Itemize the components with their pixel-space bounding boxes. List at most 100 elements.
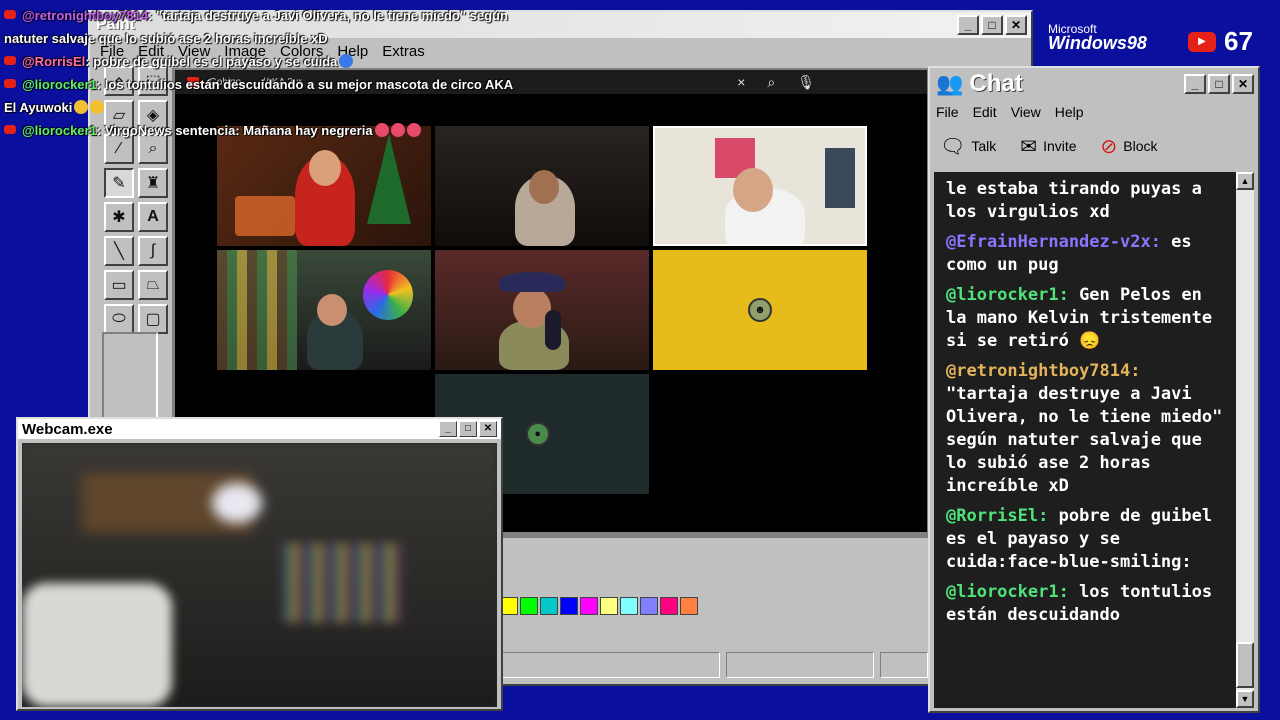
shelf [825,148,855,208]
face-blue-smiling-icon [339,54,354,68]
light-blur [212,483,262,523]
users-icon: 👥 [936,71,964,96]
color-swatch[interactable] [660,597,678,615]
chat-message: @liorocker1: Gen Pelos en la mano Kelvin… [946,284,1228,353]
laughing-face-icon [390,123,405,137]
chat-username: @liorocker1: [946,285,1069,305]
invite-button[interactable]: ✉ Invite [1020,134,1076,159]
christmas-tree-icon [367,134,411,224]
status-cell [726,652,874,678]
participant-face [317,294,347,326]
color-swatch[interactable] [560,597,578,615]
line-icon[interactable]: ╲ [104,236,134,266]
microphone-icon[interactable]: 🎙 [797,74,815,91]
chat-menubar: File Edit View Help [930,100,1258,124]
color-swatch[interactable] [680,597,698,615]
viewer-counter: ▶ 67 [1188,26,1253,57]
color-swatch[interactable] [520,597,538,615]
chat-menu-file[interactable]: File [936,104,959,120]
viewer-count: 67 [1224,26,1253,56]
laughing-face-icon [406,123,421,137]
overlay-username: @liorocker1 [22,77,97,92]
youtube-play-icon: ▶ [1188,31,1216,52]
color-swatch[interactable] [600,597,618,615]
talk-button[interactable]: 🗨 Talk [940,134,996,159]
minimize-icon[interactable]: _ [1184,74,1206,94]
rectangle-icon[interactable]: ▭ [104,270,134,300]
chat-messages[interactable]: le estaba tirando puyas a los virgulios … [934,172,1240,708]
airbrush-icon[interactable]: ✱ [104,202,134,232]
color-swatch[interactable] [580,597,598,615]
chat-scrollbar[interactable]: ▲ ▼ [1236,172,1254,708]
minimize-icon[interactable]: _ [439,421,457,437]
participant-tile[interactable]: ☻ [653,250,867,370]
scroll-down-icon[interactable]: ▼ [1236,690,1254,708]
ellipse-icon[interactable]: ⬭ [104,304,134,334]
curve-icon[interactable]: ∫ [138,236,168,266]
tool-options[interactable] [102,332,158,422]
participant-tile[interactable] [435,250,649,370]
chat-username: @retronightboy7814: [946,361,1141,381]
talk-label: Talk [971,138,997,154]
minimize-icon[interactable]: _ [957,15,979,35]
chat-message: @RorrisEl: pobre de guibel es el payaso … [946,505,1228,574]
close-icon[interactable]: ✕ [479,421,497,437]
chat-title: Chat [969,70,1023,97]
participant-tile[interactable] [217,250,431,370]
color-swatch[interactable] [540,597,558,615]
participant-tile[interactable] [653,126,867,246]
bookshelf-blur [282,543,402,623]
participant-tile[interactable] [217,126,431,246]
maximize-icon[interactable]: □ [981,15,1003,35]
webcam-window: Webcam.exe _ □ ✕ [16,417,503,711]
color-swatch[interactable] [620,597,638,615]
webcam-titlebar[interactable]: Webcam.exe _ □ ✕ [18,419,501,439]
invite-icon: ✉ [1020,135,1038,158]
microphone-icon [545,310,561,350]
webcam-feed [22,443,497,707]
chat-text: "tartaja destruye a Javi Olivera, no le … [946,384,1223,496]
block-button[interactable]: ⊘ Block [1101,134,1158,159]
participant-tile[interactable] [435,126,649,246]
chat-message: @retronightboy7814: "tartaja destruye a … [946,360,1228,498]
invite-label: Invite [1043,138,1077,154]
maximize-icon[interactable]: □ [1208,74,1230,94]
polygon-icon[interactable]: ⏢ [138,270,168,300]
block-icon: ⊘ [1100,135,1118,158]
youtube-icon [4,10,16,19]
chat-titlebar[interactable]: 👥 Chat _ □ ✕ [930,68,1258,100]
search-icon[interactable]: ⌕ [767,74,775,91]
scroll-thumb[interactable] [1236,642,1254,688]
color-palette [500,597,698,615]
fireplace [235,196,295,236]
bookshelf [217,250,297,370]
participant-face [529,170,559,204]
overlay-text: : "tartaja destruye a Javi Olivera, no l… [148,8,508,23]
chat-toolbar: 🗨 Talk ✉ Invite ⊘ Block [930,124,1258,168]
chat-message: @EfrainHernandez-v2x: es como un pug [946,231,1228,277]
pencil-icon[interactable]: ✎ [104,168,134,198]
overlay-text: : los tontulios están descuidando a su m… [96,77,514,92]
close-icon[interactable]: × [737,74,745,91]
chat-username: @RorrisEl: [946,506,1049,526]
overlay-message-continuation: El Ayuwoki [4,96,524,119]
youtube-icon [4,56,16,65]
participant-avatar-icon: ● [525,422,550,446]
overlay-message: @liorocker1: VirgoNews sentencia: Mañana… [4,119,524,142]
overlay-username: @retronightboy7814 [22,8,149,23]
color-swatch[interactable] [640,597,658,615]
overlay-text: : VirgoNews sentencia: Mañana hay negrer… [96,123,373,138]
chat-menu-edit[interactable]: Edit [973,104,997,120]
close-icon[interactable]: ✕ [1005,15,1027,35]
block-label: Block [1123,138,1158,154]
scroll-up-icon[interactable]: ▲ [1236,172,1254,190]
rounded-rect-icon[interactable]: ▢ [138,304,168,334]
text-icon[interactable]: A [138,202,168,232]
status-cell [880,652,928,678]
chat-menu-help[interactable]: Help [1055,104,1084,120]
brush-icon[interactable]: ♜ [138,168,168,198]
overlay-message: @RorrisEl: pobre de guibel es el payaso … [4,50,524,73]
chat-menu-view[interactable]: View [1011,104,1041,120]
maximize-icon[interactable]: □ [459,421,477,437]
close-icon[interactable]: ✕ [1232,74,1254,94]
